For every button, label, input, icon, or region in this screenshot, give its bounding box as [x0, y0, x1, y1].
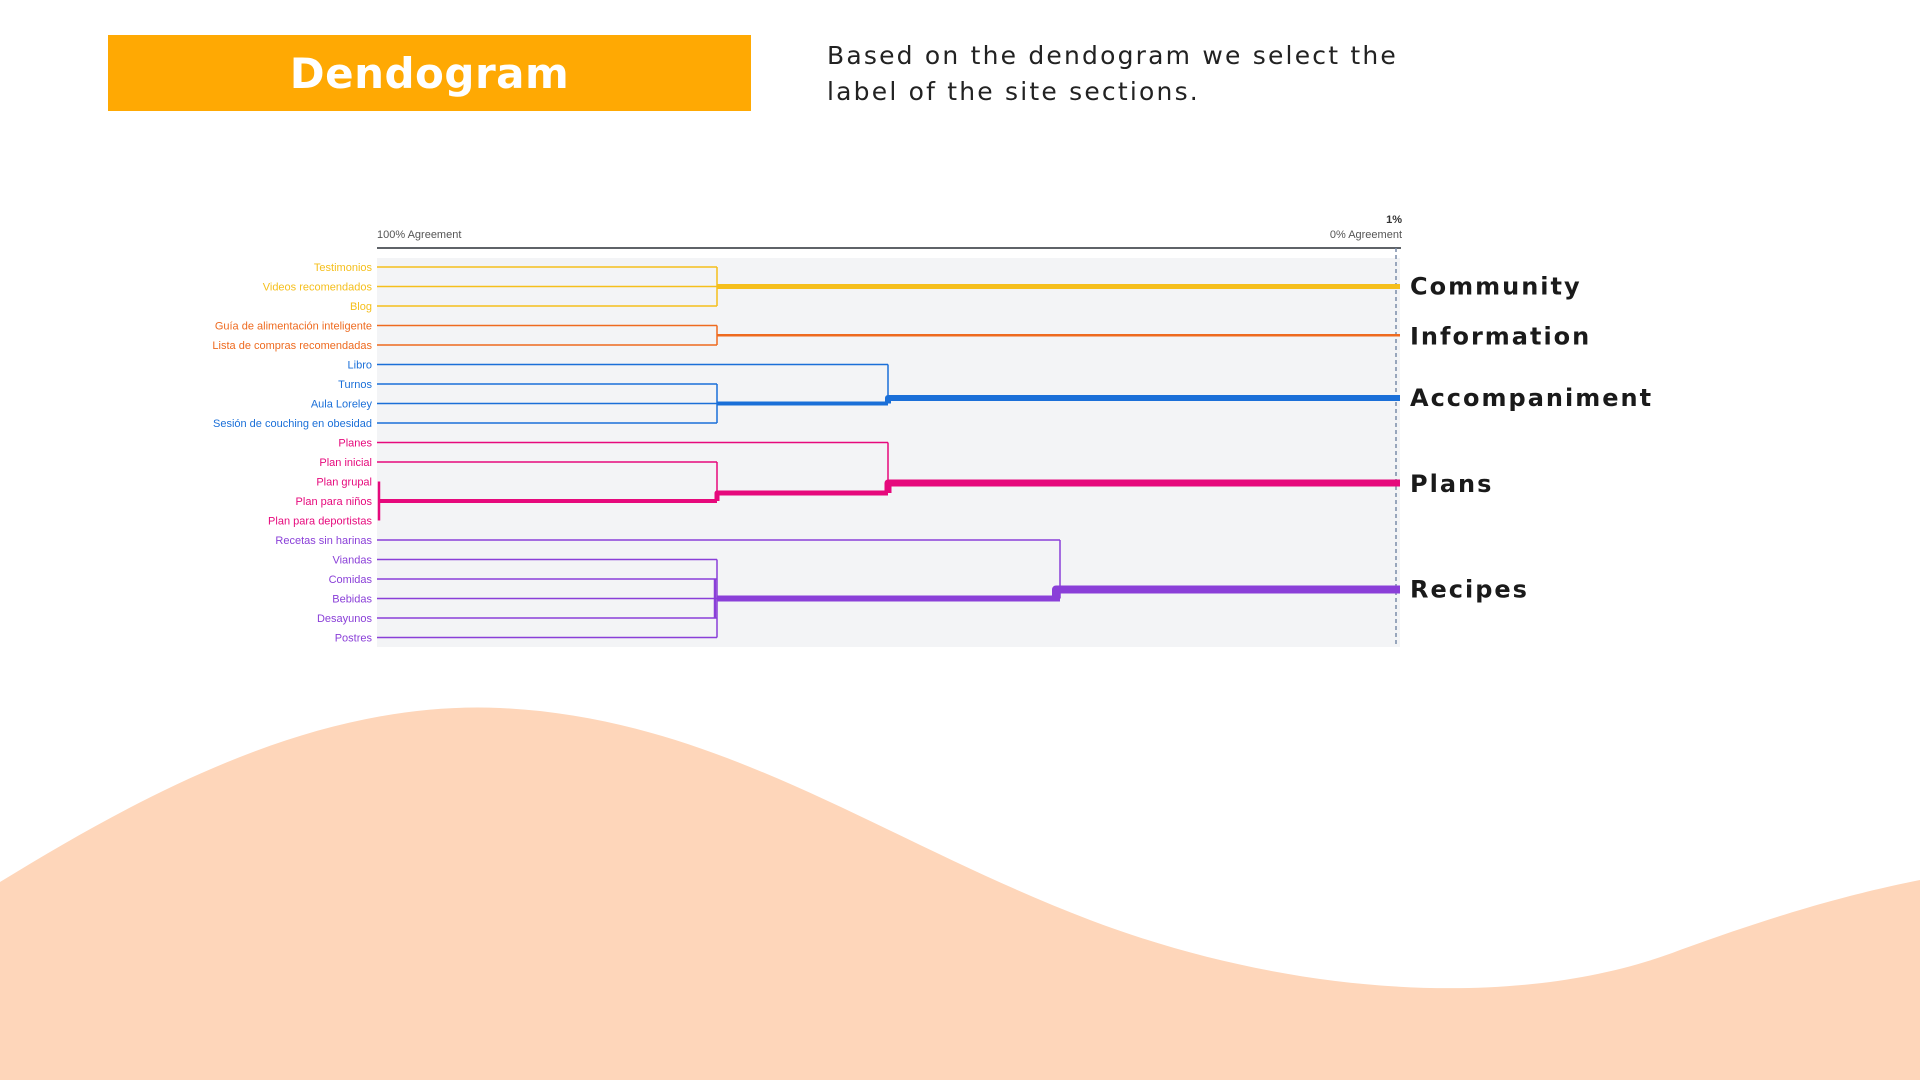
- leaf-label: Libro: [348, 360, 372, 372]
- group-label-information: Information: [1410, 322, 1591, 350]
- leaf-label: Bebidas: [332, 594, 372, 606]
- group-label-community: Community: [1410, 273, 1582, 301]
- dendrogram-chart: 100% Agreement 0% Agreement 1% Testimoni…: [212, 214, 1653, 647]
- axis-right-top-label: 1%: [1386, 214, 1402, 226]
- leaf-label: Comidas: [329, 574, 373, 586]
- leaf-label: Recetas sin harinas: [275, 535, 372, 547]
- leaf-label: Viandas: [332, 555, 372, 567]
- leaf-label: Plan inicial: [319, 457, 372, 469]
- leaf-label: Turnos: [338, 379, 372, 391]
- leaf-label: Plan grupal: [316, 477, 372, 489]
- leaf-label: Planes: [338, 438, 372, 450]
- leaf-label: Lista de compras recomendadas: [212, 340, 372, 352]
- group-label-plans: Plans: [1410, 470, 1493, 498]
- leaf-label: Plan para niños: [296, 496, 373, 508]
- axis-right-label: 0% Agreement: [1330, 229, 1402, 241]
- leaf-label: Guía de alimentación inteligente: [215, 321, 372, 333]
- axis-left-label: 100% Agreement: [377, 229, 461, 241]
- leaf-label: Postres: [335, 633, 373, 645]
- group-label-accompaniment: Accompaniment: [1410, 384, 1653, 412]
- group-label-recipes: Recipes: [1410, 576, 1529, 604]
- leaf-label: Blog: [350, 301, 372, 313]
- leaf-label: Desayunos: [317, 613, 373, 625]
- leaf-label: Sesión de couching en obesidad: [213, 418, 372, 430]
- leaf-label: Videos recomendados: [263, 282, 373, 294]
- leaf-label: Aula Loreley: [311, 399, 373, 411]
- leaf-label: Testimonios: [314, 262, 373, 274]
- leaf-label: Plan para deportistas: [268, 516, 372, 528]
